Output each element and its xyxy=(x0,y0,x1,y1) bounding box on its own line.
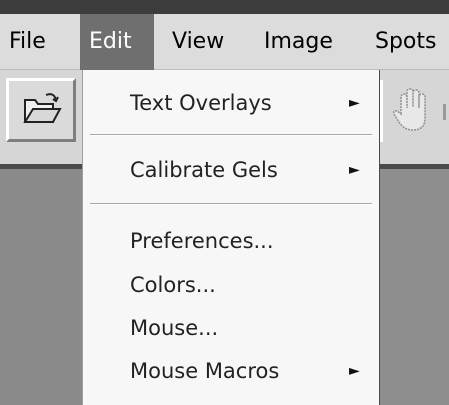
submenu-arrow-icon: ► xyxy=(349,95,360,111)
submenu-arrow-icon: ► xyxy=(349,162,360,178)
menu-item-preferences[interactable]: Preferences... xyxy=(83,222,379,260)
menu-item-label: Calibrate Gels xyxy=(130,158,278,182)
menu-item-label: Mouse Macros xyxy=(130,359,280,383)
menu-item-colors[interactable]: Colors... xyxy=(83,266,379,304)
toolbar-grip[interactable] xyxy=(443,104,446,120)
menu-view[interactable]: View xyxy=(161,14,241,70)
hand-icon xyxy=(393,88,426,131)
open-button[interactable] xyxy=(6,78,76,142)
menu-file[interactable]: File xyxy=(0,14,72,70)
menu-item-label: Mouse... xyxy=(130,316,219,340)
hand-tool-button[interactable] xyxy=(380,80,449,142)
menu-item-mouse[interactable]: Mouse... xyxy=(83,309,379,347)
menu-item-label: Text Overlays xyxy=(130,91,272,115)
window-top-edge xyxy=(0,0,449,14)
edit-menu-dropdown: Text Overlays ► Calibrate Gels ► Prefere… xyxy=(82,70,380,405)
open-folder-icon xyxy=(23,93,62,123)
menu-separator xyxy=(90,134,372,136)
menu-item-mouse-macros[interactable]: Mouse Macros ► xyxy=(83,352,379,390)
menu-image[interactable]: Image xyxy=(256,14,356,70)
menu-item-text-overlays[interactable]: Text Overlays ► xyxy=(83,84,379,122)
workspace-right-panel xyxy=(376,169,449,405)
menu-spots[interactable]: Spots xyxy=(366,14,449,70)
menu-edit[interactable]: Edit xyxy=(80,14,154,70)
app-window: File Edit View Image Spots Text Overlays xyxy=(0,0,449,405)
menu-item-label: Preferences... xyxy=(130,229,274,253)
menu-separator xyxy=(90,203,372,205)
submenu-arrow-icon: ► xyxy=(349,363,360,379)
menu-bar: File Edit View Image Spots xyxy=(0,14,449,70)
menu-item-label: Colors... xyxy=(130,273,216,297)
menu-item-calibrate-gels[interactable]: Calibrate Gels ► xyxy=(83,151,379,189)
